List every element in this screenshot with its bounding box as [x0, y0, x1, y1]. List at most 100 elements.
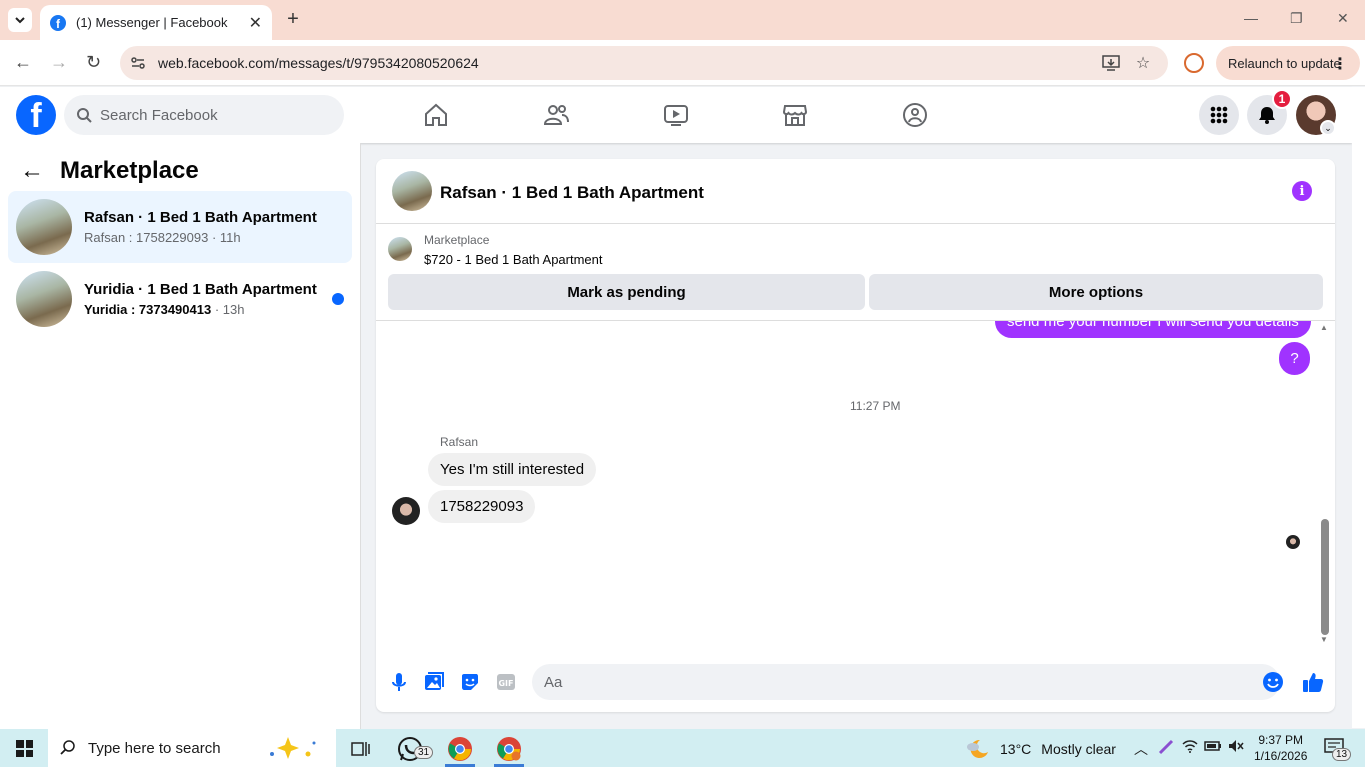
wifi-icon[interactable] — [1182, 739, 1198, 756]
notification-count-badge: 1 — [1272, 89, 1292, 109]
system-clock[interactable]: 9:37 PM 1/16/2026 — [1254, 732, 1307, 764]
svg-text:GIF: GIF — [498, 679, 513, 688]
marketplace-sidebar: ← Marketplace Rafsan · 1 Bed 1 Bath Apar… — [0, 143, 361, 729]
install-app-icon[interactable] — [1102, 54, 1120, 72]
new-tab-button[interactable]: + — [282, 8, 304, 30]
mark-as-pending-button[interactable]: Mark as pending — [388, 274, 865, 310]
info-icon[interactable]: i — [1292, 181, 1312, 201]
listing-title[interactable]: $720 - 1 Bed 1 Bath Apartment — [424, 252, 603, 267]
chat-panel: Rafsan · 1 Bed 1 Bath Apartment i Market… — [376, 159, 1335, 712]
listing-thumbnail — [16, 271, 72, 327]
conversation-name: Yuridia · 1 Bed 1 Bath Apartment — [84, 281, 317, 298]
sticker-icon[interactable] — [459, 671, 481, 693]
outgoing-message[interactable]: ? — [1279, 342, 1310, 375]
listing-banner: Marketplace $720 - 1 Bed 1 Bath Apartmen… — [376, 225, 1335, 321]
address-bar[interactable]: web.facebook.com/messages/t/979534208052… — [120, 46, 1168, 80]
back-arrow-icon[interactable]: ← — [20, 157, 44, 185]
browser-tab-messenger[interactable]: f (1) Messenger | Facebook ✕ — [40, 5, 272, 40]
sender-avatar[interactable] — [392, 497, 420, 525]
back-arrow-icon[interactable]: ← — [14, 52, 32, 73]
account-menu-chevron-icon[interactable]: ⌄ — [1320, 120, 1336, 136]
site-settings-icon[interactable] — [130, 55, 146, 71]
chat-title[interactable]: Rafsan · 1 Bed 1 Bath Apartment — [440, 183, 704, 203]
show-hidden-icons-chevron-icon[interactable]: ︿ — [1134, 739, 1148, 759]
message-input[interactable] — [532, 664, 1280, 700]
weather-widget[interactable]: 13°C Mostly clear — [966, 738, 1116, 760]
facebook-logo-icon[interactable]: f — [16, 95, 56, 135]
relaunch-to-update-button[interactable]: Relaunch to update ⋮ — [1216, 46, 1360, 80]
groups-icon[interactable] — [901, 101, 929, 129]
conversation-item-yuridia[interactable]: Yuridia · 1 Bed 1 Bath Apartment Yuridia… — [8, 263, 352, 335]
url-text: web.facebook.com/messages/t/979534208052… — [158, 55, 479, 71]
marketplace-icon[interactable] — [781, 101, 809, 129]
scrollbar-thumb[interactable] — [1321, 519, 1329, 635]
outgoing-message[interactable]: send me your number I will send you deta… — [995, 321, 1311, 338]
gif-icon[interactable]: GIF — [495, 671, 517, 693]
chat-listing-thumbnail[interactable] — [392, 171, 432, 211]
read-receipt-avatar — [1286, 535, 1300, 549]
battery-icon[interactable] — [1204, 739, 1222, 755]
restore-window-icon[interactable]: ❐ — [1290, 10, 1303, 27]
conversation-item-rafsan[interactable]: Rafsan · 1 Bed 1 Bath Apartment Rafsan :… — [8, 191, 352, 263]
listing-thumbnail-small[interactable] — [388, 237, 412, 261]
taskbar-search-placeholder: Type here to search — [88, 739, 221, 757]
reload-icon[interactable]: ↻ — [86, 52, 101, 73]
tab-search-button[interactable] — [8, 8, 32, 32]
facebook-header: f — [0, 87, 1352, 143]
browser-menu-icon[interactable]: ⋮ — [1332, 54, 1348, 74]
video-icon[interactable] — [662, 101, 690, 129]
taskbar-search-box[interactable]: Type here to search — [48, 729, 336, 767]
clock-time: 9:37 PM — [1258, 733, 1304, 747]
minimize-window-icon[interactable]: — — [1244, 10, 1258, 26]
weather-description: Mostly clear — [1041, 741, 1116, 757]
page-scrollbar[interactable] — [1352, 87, 1365, 728]
windows-start-icon[interactable] — [16, 740, 33, 757]
pen-icon[interactable] — [1158, 739, 1174, 758]
close-tab-icon[interactable]: ✕ — [249, 13, 262, 33]
close-window-icon[interactable]: ✕ — [1337, 10, 1349, 27]
facebook-search-box[interactable] — [64, 95, 344, 135]
conversation-preview: Yuridia : 7373490413 · 13h — [84, 302, 245, 317]
facebook-search-input[interactable] — [100, 106, 320, 124]
listing-category: Marketplace — [424, 233, 490, 247]
browser-tab-strip: f (1) Messenger | Facebook ✕ + — ❐ ✕ — [0, 0, 1365, 40]
clock-date: 1/16/2026 — [1254, 749, 1308, 763]
message-scrollbar[interactable]: ▲ ▼ — [1318, 321, 1332, 651]
forward-arrow-icon[interactable]: → — [50, 52, 68, 73]
facebook-favicon-icon: f — [50, 14, 66, 31]
message-list: send me your number I will send you deta… — [376, 321, 1335, 651]
browser-toolbar: ← → ↻ web.facebook.com/messages/t/979534… — [0, 40, 1365, 86]
moon-cloud-icon — [967, 739, 988, 758]
weather-temperature: 13°C — [1000, 741, 1032, 757]
scroll-up-arrow-icon[interactable]: ▲ — [1320, 323, 1328, 332]
thumbs-up-icon[interactable] — [1302, 671, 1324, 693]
conversation-name: Rafsan · 1 Bed 1 Bath Apartment — [84, 209, 317, 226]
microphone-icon[interactable] — [388, 671, 410, 693]
menu-grid-icon[interactable] — [1199, 95, 1239, 135]
bookmark-star-icon[interactable]: ☆ — [1134, 54, 1152, 72]
scroll-down-arrow-icon[interactable]: ▼ — [1320, 635, 1328, 644]
home-icon[interactable] — [422, 101, 450, 129]
windows-taskbar: Type here to search 31 13°C Mostly clear… — [0, 729, 1365, 767]
chrome-profile-2-icon[interactable] — [495, 735, 523, 763]
message-composer: GIF — [376, 659, 1335, 705]
friends-icon[interactable] — [542, 101, 570, 129]
copilot-sparkle-icon[interactable] — [264, 735, 326, 766]
relaunch-label: Relaunch to update — [1228, 55, 1341, 71]
sidebar-header: ← Marketplace — [20, 157, 199, 185]
incoming-message[interactable]: Yes I'm still interested — [428, 453, 597, 486]
photo-gallery-icon[interactable] — [423, 671, 445, 693]
chevron-down-icon — [15, 17, 25, 24]
sidebar-title: Marketplace — [60, 157, 199, 184]
notification-center-badge: 13 — [1332, 748, 1352, 761]
incoming-message[interactable]: 1758229093 — [428, 490, 536, 523]
volume-muted-icon[interactable] — [1228, 739, 1244, 756]
emoji-icon[interactable] — [1262, 671, 1284, 693]
chat-header: Rafsan · 1 Bed 1 Bath Apartment i — [376, 159, 1335, 224]
chrome-profile-1-icon[interactable] — [446, 735, 474, 763]
browser-profile-icon[interactable] — [1184, 53, 1204, 73]
search-icon — [60, 740, 75, 755]
more-options-button[interactable]: More options — [869, 274, 1323, 310]
message-timestamp: 11:27 PM — [850, 399, 901, 413]
task-view-icon[interactable] — [346, 735, 374, 763]
